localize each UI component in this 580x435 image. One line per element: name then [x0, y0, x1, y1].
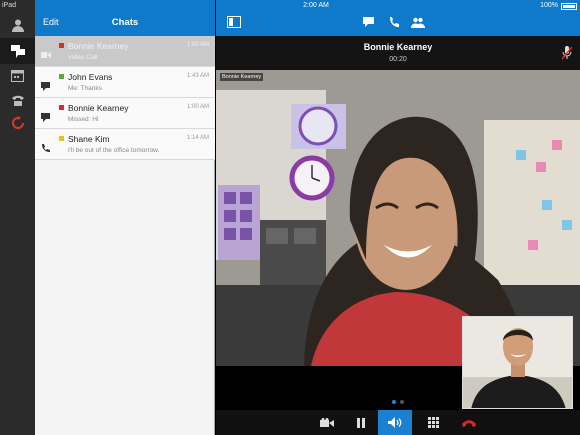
- presence-indicator: [59, 136, 64, 141]
- self-view-image: [463, 317, 572, 408]
- chats-icon[interactable]: [0, 38, 35, 64]
- chats-panel: Edit Chats Bonnie Kearney Video Call 1:0…: [35, 0, 215, 435]
- chat-row[interactable]: Shane Kim I'll be out of the office tomo…: [35, 129, 215, 160]
- chat-name: Bonnie Kearney: [68, 103, 129, 113]
- call-panel: 2:00 AM 100% Bonnie Kearney 00:20 Bonnie…: [216, 0, 580, 435]
- presence-indicator: [59, 105, 64, 110]
- pause-icon[interactable]: [344, 410, 378, 435]
- contact-icon[interactable]: [0, 12, 35, 38]
- chat-bubble-icon: [41, 78, 51, 91]
- chat-time: 1:14 AM: [186, 135, 209, 141]
- carrier-label: iPad: [2, 2, 17, 9]
- self-view-video[interactable]: [462, 316, 573, 409]
- call-duration: 00:20: [389, 56, 407, 63]
- chats-title: Chats: [111, 17, 139, 28]
- chat-name: John Evans: [68, 72, 113, 82]
- call-controls: [216, 410, 580, 435]
- chat-time: 1:00 AM: [186, 104, 209, 110]
- call-topbar: 2:00 AM 100%: [216, 0, 580, 36]
- presence-indicator: [59, 43, 64, 48]
- chat-preview: I'll be out of the office tomorrow.: [68, 147, 160, 154]
- chats-header: Edit Chats: [35, 0, 215, 36]
- keypad-icon[interactable]: [416, 410, 450, 435]
- phone-icon: [41, 140, 51, 152]
- meetings-icon[interactable]: [0, 62, 35, 88]
- page-dot: [400, 400, 404, 404]
- remote-video-caption: Bonnie Kearney: [220, 73, 264, 81]
- status-time: 2:00 AM: [303, 2, 329, 9]
- battery-icon: [561, 3, 577, 10]
- chat-row[interactable]: John Evans Me: Thanks 1:43 AM: [35, 67, 215, 98]
- participants-icon[interactable]: [410, 15, 426, 29]
- sidebar-toggle-icon[interactable]: [226, 15, 242, 29]
- chat-name: Bonnie Kearney: [68, 41, 129, 51]
- chat-row[interactable]: Bonnie Kearney Video Call 1:00 AM: [35, 36, 215, 67]
- chat-preview: Me: Thanks: [68, 85, 102, 92]
- sync-icon[interactable]: [0, 110, 35, 136]
- page-dot-active: [392, 400, 396, 404]
- call-contact-name: Bonnie Kearney: [363, 42, 433, 52]
- chat-time: 1:43 AM: [186, 73, 209, 79]
- chat-bubble-icon[interactable]: [361, 15, 377, 29]
- end-call-icon[interactable]: [452, 410, 486, 435]
- chat-bubble-icon: [41, 109, 51, 122]
- microphone-mute-icon[interactable]: [561, 46, 573, 65]
- chat-time: 1:00 AM: [186, 42, 209, 48]
- chat-preview: Video Call: [68, 54, 98, 61]
- speaker-icon[interactable]: [378, 410, 412, 435]
- chat-row[interactable]: Bonnie Kearney Missed: Hi 1:00 AM: [35, 98, 215, 129]
- battery-label: 100%: [540, 2, 558, 9]
- video-camera-icon[interactable]: [310, 410, 344, 435]
- chat-preview: Missed: Hi: [68, 116, 99, 123]
- phone-icon[interactable]: [386, 15, 402, 29]
- presence-indicator: [59, 74, 64, 79]
- page-indicator: [216, 400, 580, 404]
- chat-name: Shane Kim: [68, 134, 110, 144]
- call-info-bar: Bonnie Kearney 00:20: [216, 36, 580, 70]
- app-rail: iPad: [0, 0, 35, 435]
- video-call-icon: [41, 47, 51, 58]
